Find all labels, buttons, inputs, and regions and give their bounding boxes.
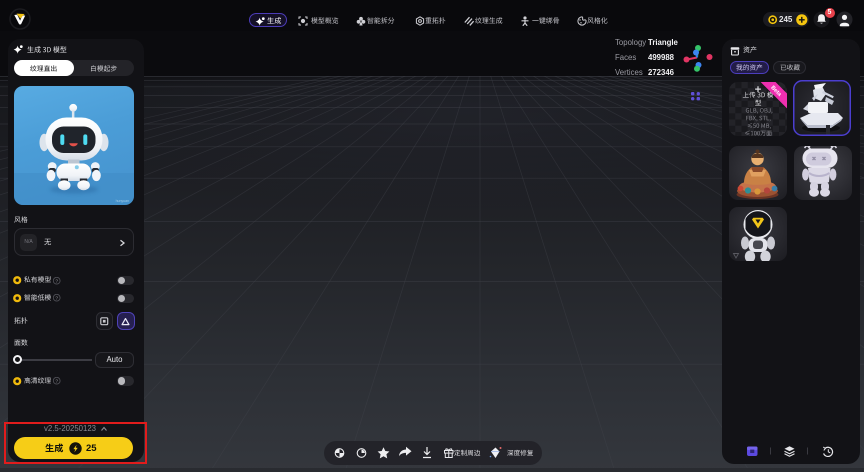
svg-text:?: ?	[55, 296, 58, 302]
svg-text:?: ?	[55, 278, 58, 284]
svg-text:hunyuan: hunyuan	[116, 199, 129, 203]
svg-text:?: ?	[55, 379, 58, 385]
